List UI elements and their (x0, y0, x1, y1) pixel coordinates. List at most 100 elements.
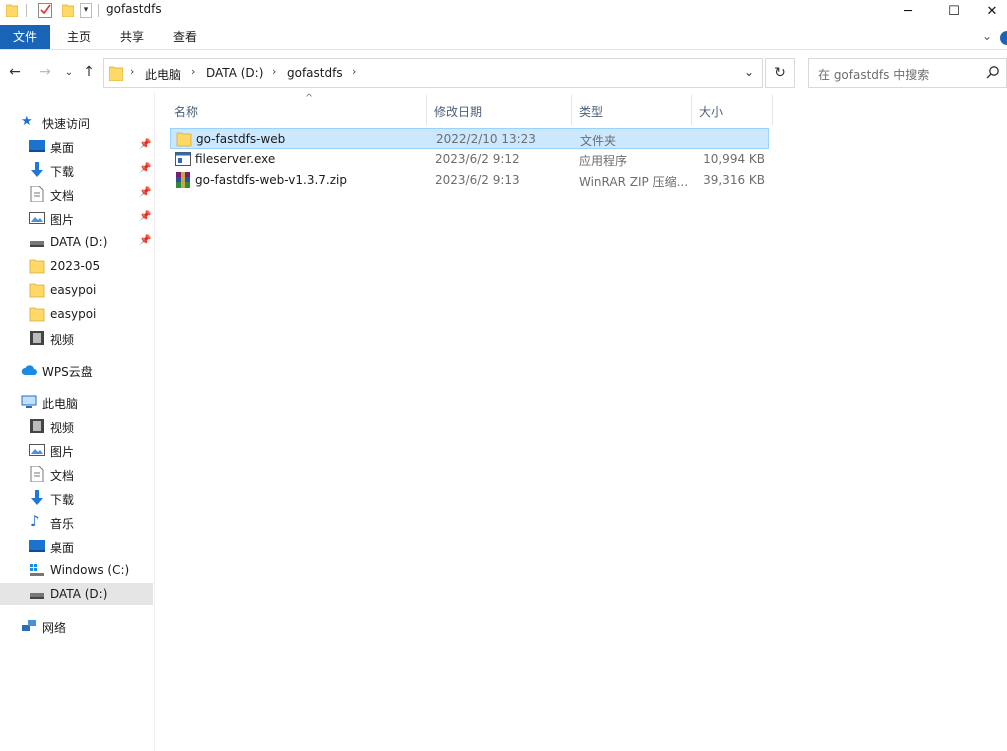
network-icon (22, 620, 36, 631)
nav-network[interactable]: 网络 (0, 615, 153, 637)
separator (98, 4, 99, 17)
pin-icon[interactable]: 📌 (139, 187, 151, 198)
file-type: 应用程序 (579, 154, 628, 168)
recent-locations-chevron-icon[interactable]: ⌄ (60, 62, 78, 82)
document-icon (30, 466, 44, 482)
chevron-right-icon[interactable]: › (272, 65, 276, 78)
up-arrow-icon[interactable]: ↑ (80, 62, 98, 82)
breadcrumb-gofastdfs[interactable]: gofastdfs (287, 66, 343, 80)
video-icon (30, 331, 44, 345)
search-placeholder[interactable]: 在 gofastdfs 中搜索 (818, 66, 929, 83)
music-icon: ♪ (30, 512, 40, 530)
pin-icon[interactable]: 📌 (139, 235, 151, 246)
nav-this-pc[interactable]: 此电脑 (0, 391, 153, 413)
file-date: 2023/6/2 9:13 (435, 173, 520, 187)
back-arrow-icon[interactable]: ← (6, 62, 24, 82)
file-date: 2023/6/2 9:12 (435, 152, 520, 166)
pin-icon[interactable]: 📌 (139, 163, 151, 174)
nav-pc-pictures[interactable]: 图片 (0, 439, 153, 461)
file-row[interactable]: go-fastdfs-web-v1.3.7.zip 2023/6/2 9:13 … (170, 170, 769, 191)
breadcrumb-data-drive[interactable]: DATA (D:) (206, 66, 263, 80)
column-header-type[interactable]: 类型 (572, 95, 692, 125)
folder-icon (6, 4, 18, 17)
nav-pc-documents[interactable]: 文档 (0, 463, 153, 485)
desktop-icon (29, 140, 45, 152)
nav-pc-music[interactable]: ♪ 音乐 (0, 511, 153, 533)
nav-pc-videos[interactable]: 视频 (0, 415, 153, 437)
nav-label: 文档 (50, 189, 75, 203)
search-box[interactable]: 在 gofastdfs 中搜索 (808, 58, 1007, 88)
tab-share[interactable]: 共享 (107, 25, 157, 49)
column-label: 修改日期 (434, 105, 483, 119)
folder-icon (29, 259, 45, 274)
file-size: 39,316 KB (703, 173, 765, 187)
tab-home[interactable]: 主页 (54, 25, 104, 49)
folder-icon (109, 66, 123, 81)
nav-pc-desktop[interactable]: 桌面 (0, 535, 153, 557)
breadcrumb-this-pc[interactable]: 此电脑 (145, 66, 181, 83)
nav-quick-2023-05[interactable]: 2023-05 (0, 255, 153, 277)
chevron-right-icon[interactable]: › (352, 65, 356, 78)
nav-quick-downloads[interactable]: 下载 📌 (0, 159, 153, 181)
nav-pc-windows-drive[interactable]: Windows (C:) (0, 559, 153, 581)
nav-quick-pictures[interactable]: 图片 📌 (0, 207, 153, 229)
nav-quick-documents[interactable]: 文档 📌 (0, 183, 153, 205)
exe-icon (175, 152, 191, 166)
window-title: gofastdfs (106, 2, 162, 16)
nav-quick-easypoi[interactable]: easypoi (0, 279, 153, 301)
nav-label: easypoi (50, 307, 97, 321)
nav-wps-cloud[interactable]: WPS云盘 (0, 359, 153, 381)
refresh-button[interactable]: ↻ (765, 58, 795, 88)
file-name: fileserver.exe (195, 152, 276, 166)
nav-label: DATA (D:) (50, 235, 108, 249)
pin-icon[interactable]: 📌 (139, 211, 151, 222)
winrar-icon (176, 172, 190, 188)
minimize-button[interactable]: ─ (885, 0, 931, 22)
folder-icon (176, 132, 192, 147)
download-icon (31, 162, 43, 177)
column-header-size[interactable]: 大小 (692, 95, 773, 125)
help-icon[interactable] (1000, 31, 1007, 45)
address-history-chevron-icon[interactable]: ⌄ (744, 65, 754, 79)
nav-label: 视频 (50, 333, 75, 347)
nav-label: 文档 (50, 469, 75, 483)
file-name: go-fastdfs-web (196, 132, 286, 146)
file-row[interactable]: go-fastdfs-web 2022/2/10 13:23 文件夹 (170, 128, 769, 149)
nav-pc-downloads[interactable]: 下载 (0, 487, 153, 509)
nav-quick-easypoi-2[interactable]: easypoi (0, 303, 153, 325)
address-bar[interactable]: › 此电脑 › DATA (D:) › gofastdfs › ⌄ (103, 58, 763, 88)
column-header-date[interactable]: 修改日期 (427, 95, 572, 125)
new-folder-icon[interactable] (62, 3, 74, 17)
nav-label: 网络 (42, 621, 67, 635)
nav-label: 音乐 (50, 517, 75, 531)
tab-view[interactable]: 查看 (160, 25, 210, 49)
windows-drive-icon (30, 564, 44, 576)
file-row[interactable]: fileserver.exe 2023/6/2 9:12 应用程序 10,994… (170, 149, 769, 170)
customize-quick-access-icon[interactable]: ▾ (80, 3, 92, 18)
maximize-button[interactable]: ☐ (931, 0, 977, 22)
nav-quick-data-drive[interactable]: DATA (D:) 📌 (0, 231, 153, 253)
column-header-name[interactable]: 名称 ^ (167, 93, 427, 125)
nav-label: WPS云盘 (42, 365, 93, 379)
file-date: 2022/2/10 13:23 (436, 132, 536, 146)
chevron-right-icon[interactable]: › (130, 65, 134, 78)
close-button[interactable]: ✕ (977, 0, 1007, 22)
tab-file[interactable]: 文件 (0, 25, 50, 49)
chevron-right-icon[interactable]: › (191, 65, 195, 78)
forward-arrow-icon[interactable]: → (36, 62, 54, 82)
file-name: go-fastdfs-web-v1.3.7.zip (195, 173, 347, 187)
chevron-down-icon[interactable]: ⌄ (982, 29, 992, 43)
nav-pc-data-drive[interactable]: DATA (D:) (0, 583, 153, 605)
drive-icon (30, 593, 44, 599)
pin-icon[interactable]: 📌 (139, 139, 151, 150)
separator (26, 4, 27, 17)
nav-quick-videos[interactable]: 视频 (0, 327, 153, 349)
properties-icon[interactable] (38, 2, 52, 18)
search-icon (986, 66, 999, 79)
star-icon: ★ (21, 114, 33, 129)
folder-icon (29, 283, 45, 298)
column-label: 类型 (579, 105, 604, 119)
column-label: 大小 (699, 105, 724, 119)
nav-quick-desktop[interactable]: 桌面 📌 (0, 135, 153, 157)
nav-quick-access[interactable]: ★ 快速访问 (0, 111, 153, 133)
